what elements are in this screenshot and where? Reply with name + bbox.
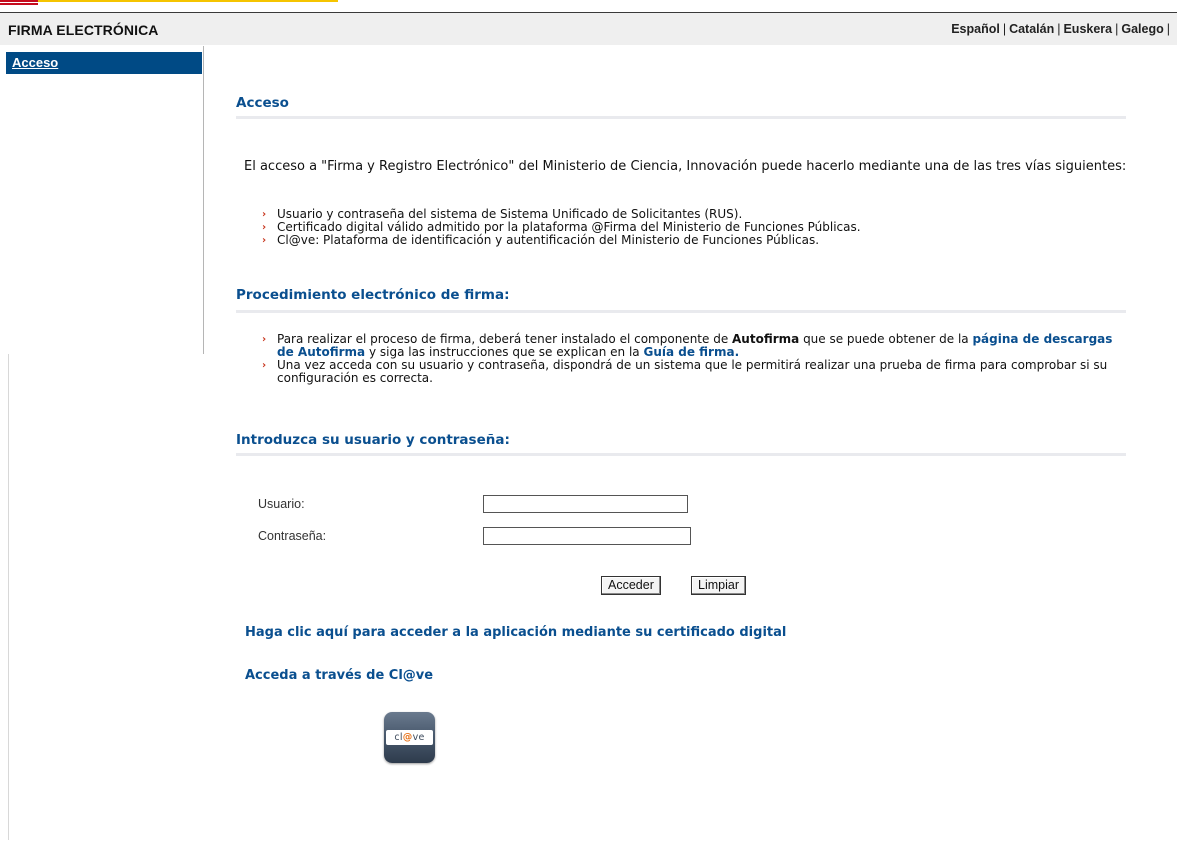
lang-galego[interactable]: Galego bbox=[1121, 22, 1163, 36]
bullet-arrow-icon: › bbox=[262, 222, 267, 233]
section-title-login: Introduzca su usuario y contraseña: bbox=[236, 432, 510, 448]
procedure-list: › Para realizar el proceso de firma, debe… bbox=[262, 333, 1122, 385]
list-item: › Cl@ve: Plataforma de identificación y a… bbox=[262, 234, 1122, 247]
list-item-text: Para realizar el proceso de firma, deber… bbox=[277, 332, 733, 346]
lang-euskera[interactable]: Euskera bbox=[1063, 22, 1112, 36]
access-methods-list: › Usuario y contraseña del sistema de Sis… bbox=[262, 208, 1122, 247]
list-item-text: Usuario y contraseña del sistema de Sist… bbox=[277, 207, 743, 221]
flag-stripe bbox=[0, 0, 340, 8]
list-item: › Una vez acceda con su usuario y contras… bbox=[262, 359, 1122, 385]
sidebar: Acceso bbox=[0, 46, 204, 354]
bullet-arrow-icon: › bbox=[262, 360, 267, 371]
clave-logo-band: cl@ve bbox=[386, 730, 433, 745]
section-divider bbox=[236, 453, 1126, 456]
language-selector: Español | Catalán | Euskera | Galego | bbox=[951, 22, 1173, 36]
sidebar-item-label[interactable]: Acceso bbox=[12, 55, 58, 70]
username-label: Usuario: bbox=[258, 497, 305, 511]
clear-button[interactable]: Limpiar bbox=[691, 576, 746, 595]
lang-separator: | bbox=[1166, 22, 1170, 36]
signing-guide-link[interactable]: Guía de firma. bbox=[643, 345, 739, 359]
left-border-line bbox=[8, 354, 9, 840]
app-title: FIRMA ELECTRÓNICA bbox=[8, 22, 159, 38]
clave-at-symbol: @ bbox=[402, 732, 413, 743]
top-header: FIRMA ELECTRÓNICA Español | Catalán | Eusker… bbox=[0, 12, 1177, 45]
list-item-text: que se puede obtener de la bbox=[799, 332, 973, 346]
autofirma-label: Autofirma bbox=[732, 332, 800, 346]
sidebar-item-acceso[interactable]: Acceso bbox=[6, 52, 202, 74]
list-item-text: y siga las instrucciones que se explican… bbox=[365, 345, 644, 359]
bullet-arrow-icon: › bbox=[262, 235, 267, 246]
username-input[interactable] bbox=[483, 495, 688, 513]
list-item-text: Una vez acceda con su usuario y contrase… bbox=[277, 358, 1108, 385]
submit-button[interactable]: Acceder bbox=[601, 576, 661, 595]
lang-espanol[interactable]: Español bbox=[951, 22, 1000, 36]
section-title-procedimiento: Procedimiento electrónico de firma: bbox=[236, 287, 510, 303]
lang-catalan[interactable]: Catalán bbox=[1009, 22, 1054, 36]
password-label: Contraseña: bbox=[258, 529, 327, 543]
list-item-text: Certificado digital válido admitido por … bbox=[277, 220, 861, 234]
section-divider bbox=[236, 310, 1126, 313]
section-divider bbox=[236, 116, 1126, 119]
certificate-access-link[interactable]: Haga clic aquí para acceder a la aplicac… bbox=[245, 625, 786, 640]
clave-access-link[interactable]: Acceda a través de Cl@ve bbox=[245, 668, 433, 683]
access-intro: El acceso a "Firma y Registro Electrónic… bbox=[244, 159, 1127, 174]
lang-separator: | bbox=[1115, 22, 1119, 36]
password-input[interactable] bbox=[483, 527, 691, 545]
bullet-arrow-icon: › bbox=[262, 209, 267, 220]
clave-logo-text: ve bbox=[412, 732, 425, 743]
lang-separator: | bbox=[1002, 22, 1007, 36]
bullet-arrow-icon: › bbox=[262, 334, 267, 345]
list-item-text: Cl@ve: Plataforma de identificación y au… bbox=[277, 233, 820, 247]
clave-logo-text: cl bbox=[394, 732, 403, 743]
section-title-acceso: Acceso bbox=[236, 95, 289, 111]
list-item: › Para realizar el proceso de firma, debe… bbox=[262, 333, 1122, 359]
clave-logo-icon[interactable]: cl@ve bbox=[384, 712, 435, 763]
